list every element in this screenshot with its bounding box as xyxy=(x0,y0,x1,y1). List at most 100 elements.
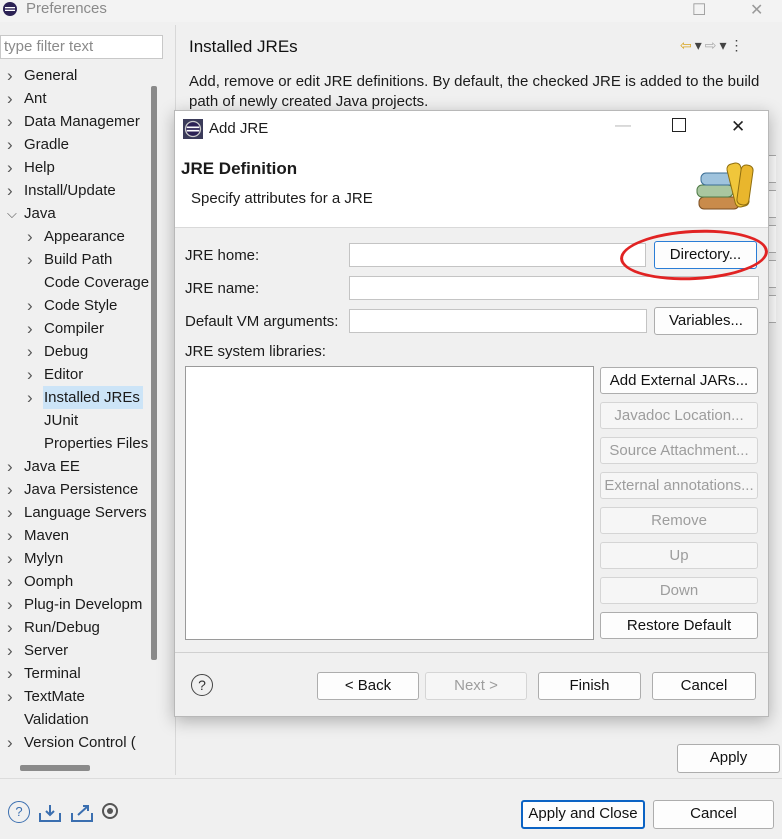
tree-item[interactable]: Java xyxy=(23,202,56,225)
chevron-right-icon[interactable]: › xyxy=(27,340,37,363)
jre-home-input[interactable] xyxy=(350,244,645,266)
tree-item[interactable]: Validation xyxy=(23,708,89,731)
apply-button[interactable]: Apply xyxy=(677,744,780,773)
chevron-right-icon[interactable]: › xyxy=(7,593,17,616)
tree-item[interactable]: Gradle xyxy=(23,133,69,156)
tree-item[interactable]: Ant xyxy=(23,87,47,110)
tree-item[interactable]: Build Path xyxy=(43,248,112,271)
minimize-icon[interactable]: — xyxy=(615,117,631,135)
tree-item[interactable]: Code Coverage xyxy=(43,271,149,294)
import-icon[interactable] xyxy=(38,803,62,823)
tree-item[interactable]: Install/Update xyxy=(23,179,116,202)
chevron-right-icon[interactable]: › xyxy=(7,685,17,708)
record-icon[interactable] xyxy=(102,803,118,819)
jre-name-input[interactable] xyxy=(350,277,758,299)
chevron-right-icon[interactable]: › xyxy=(27,225,37,248)
chevron-right-icon[interactable]: › xyxy=(7,662,17,685)
chevron-right-icon[interactable]: › xyxy=(7,731,17,754)
tree-item[interactable]: Mylyn xyxy=(23,547,63,570)
chevron-right-icon[interactable]: › xyxy=(27,363,37,386)
tree-item[interactable]: JUnit xyxy=(43,409,78,432)
jre-home-field[interactable] xyxy=(349,243,646,267)
tree-item[interactable]: Java EE xyxy=(23,455,80,478)
forward-arrow-icon[interactable]: ⇨ xyxy=(705,37,720,53)
chevron-right-icon[interactable]: › xyxy=(7,179,17,202)
tree-item[interactable]: Data Managemer xyxy=(23,110,140,133)
next-button[interactable]: Next > xyxy=(425,672,527,700)
chevron-right-icon[interactable]: › xyxy=(27,386,37,409)
view-menu-icon[interactable]: ⋮ xyxy=(730,37,747,53)
filter-input[interactable] xyxy=(1,36,162,57)
maximize-icon[interactable]: ☐ xyxy=(692,0,706,20)
tree-item[interactable]: Oomph xyxy=(23,570,73,593)
export-icon[interactable] xyxy=(70,803,94,823)
forward-menu-chevron-icon[interactable]: ▾ xyxy=(720,37,730,53)
chevron-right-icon[interactable]: › xyxy=(27,294,37,317)
library-action-button[interactable]: Restore Default xyxy=(600,612,758,639)
maximize-icon[interactable] xyxy=(672,118,686,132)
tree-item[interactable]: Code Style xyxy=(43,294,117,317)
chevron-right-icon[interactable]: › xyxy=(7,501,17,524)
tree-item[interactable]: Editor xyxy=(43,363,83,386)
tree-item[interactable]: Appearance xyxy=(43,225,125,248)
tree-item[interactable]: Java Persistence xyxy=(23,478,138,501)
help-icon[interactable]: ? xyxy=(8,801,30,823)
page-description: Add, remove or edit JRE definitions. By … xyxy=(189,73,760,110)
library-action-button[interactable]: Down xyxy=(600,577,758,604)
filter-field[interactable] xyxy=(0,35,163,59)
tree-item[interactable]: General xyxy=(23,64,77,87)
dialog-cancel-button[interactable]: Cancel xyxy=(652,672,756,700)
tree-item[interactable]: Compiler xyxy=(43,317,104,340)
tree-item[interactable]: Language Servers xyxy=(23,501,147,524)
apply-and-close-button[interactable]: Apply and Close xyxy=(521,800,645,829)
library-action-button[interactable]: Up xyxy=(600,542,758,569)
tree-item[interactable]: Help xyxy=(23,156,55,179)
chevron-down-icon[interactable]: ⌵ xyxy=(7,202,17,225)
tree-item[interactable]: Plug-in Developm xyxy=(23,593,142,616)
chevron-right-icon[interactable]: › xyxy=(7,156,17,179)
chevron-right-icon[interactable]: › xyxy=(7,570,17,593)
vm-args-field[interactable] xyxy=(349,309,647,333)
tree-vertical-scrollbar[interactable] xyxy=(151,86,157,660)
variables-button[interactable]: Variables... xyxy=(654,307,758,335)
library-action-button[interactable]: Javadoc Location... xyxy=(600,402,758,429)
tree-item[interactable]: Version Control ( xyxy=(23,731,136,754)
chevron-right-icon[interactable]: › xyxy=(7,524,17,547)
tree-item[interactable]: Terminal xyxy=(23,662,81,685)
back-menu-chevron-icon[interactable]: ▾ xyxy=(695,37,705,53)
help-icon[interactable]: ? xyxy=(191,674,213,696)
back-arrow-icon[interactable]: ⇦ xyxy=(680,37,695,53)
chevron-right-icon[interactable]: › xyxy=(7,547,17,570)
chevron-right-icon[interactable]: › xyxy=(27,317,37,340)
chevron-right-icon[interactable]: › xyxy=(7,133,17,156)
back-button[interactable]: < Back xyxy=(317,672,419,700)
tree-item[interactable]: Installed JREs xyxy=(43,386,143,409)
library-action-button[interactable]: Source Attachment... xyxy=(600,437,758,464)
tree-item[interactable]: Maven xyxy=(23,524,69,547)
chevron-right-icon[interactable]: › xyxy=(7,64,17,87)
chevron-right-icon[interactable]: › xyxy=(7,639,17,662)
vm-args-input[interactable] xyxy=(350,310,646,332)
library-action-button[interactable]: External annotations... xyxy=(600,472,758,499)
tree-item[interactable]: TextMate xyxy=(23,685,85,708)
chevron-right-icon[interactable]: › xyxy=(7,616,17,639)
jre-system-libraries-list[interactable] xyxy=(185,366,594,640)
tree-item[interactable]: Properties Files xyxy=(43,432,148,455)
library-action-button[interactable]: Remove xyxy=(600,507,758,534)
dialog-close-icon[interactable]: ✕ xyxy=(731,117,745,137)
finish-button[interactable]: Finish xyxy=(538,672,641,700)
tree-item[interactable]: Run/Debug xyxy=(23,616,100,639)
chevron-right-icon[interactable]: › xyxy=(7,87,17,110)
footer-cancel-button[interactable]: Cancel xyxy=(653,800,774,829)
close-icon[interactable]: ✕ xyxy=(750,0,763,20)
jre-name-label: JRE name: xyxy=(185,280,260,297)
tree-item[interactable]: Server xyxy=(23,639,68,662)
library-action-button[interactable]: Add External JARs... xyxy=(600,367,758,394)
chevron-right-icon[interactable]: › xyxy=(7,478,17,501)
chevron-right-icon[interactable]: › xyxy=(27,248,37,271)
chevron-right-icon[interactable]: › xyxy=(7,110,17,133)
chevron-right-icon[interactable]: › xyxy=(7,455,17,478)
tree-horizontal-scrollbar[interactable] xyxy=(20,765,90,771)
tree-item[interactable]: Debug xyxy=(43,340,88,363)
eclipse-logo-icon xyxy=(3,2,17,16)
